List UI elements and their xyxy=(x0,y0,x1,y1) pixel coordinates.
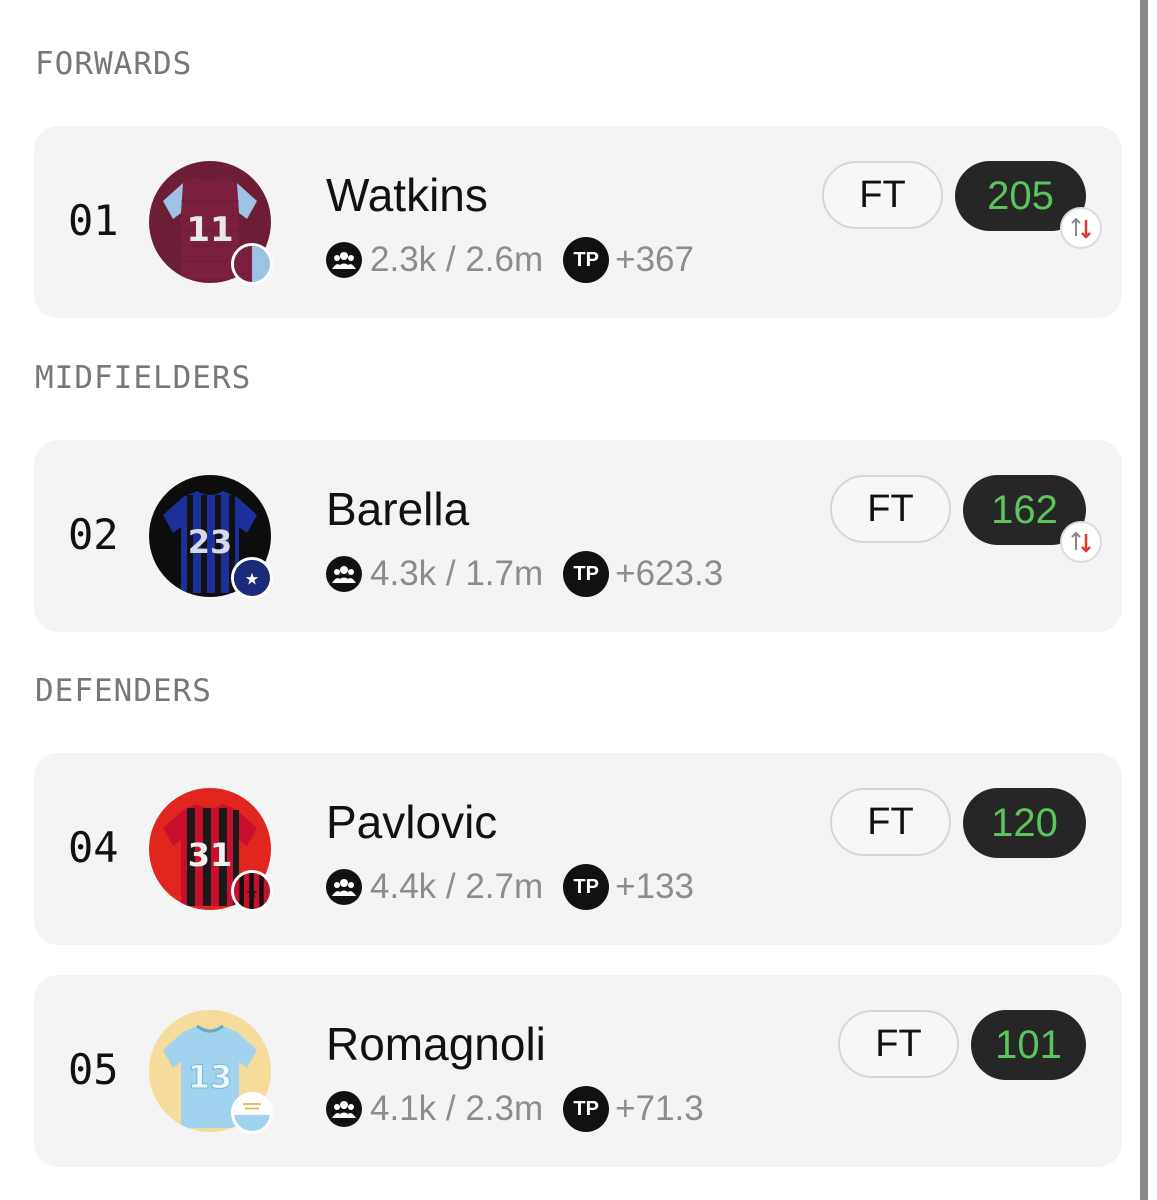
player-slot-number: 02 xyxy=(68,510,119,559)
player-name: Pavlovic xyxy=(326,796,498,848)
player-stats: 4.1k / 2.3m TP +71.3 xyxy=(326,1086,704,1132)
player-name: Barella xyxy=(326,483,470,535)
player-card-pavlovic[interactable]: 04 31 ★ Pavlovic 4.4k / 2.7m TP +133 FT … xyxy=(34,753,1122,945)
player-name: Romagnoli xyxy=(326,1018,546,1070)
swap-arrows-icon[interactable] xyxy=(1060,521,1102,563)
ownership-stats: 4.1k / 2.3m xyxy=(370,1089,544,1128)
ownership-stats: 2.3k / 2.6m xyxy=(370,240,544,279)
users-icon xyxy=(326,869,362,905)
tp-icon: TP xyxy=(563,864,610,910)
player-name: Watkins xyxy=(326,169,488,221)
ownership-stats: 4.4k / 2.7m xyxy=(370,867,544,906)
player-avatar: 23 ★ xyxy=(149,475,273,599)
tp-value: +623.3 xyxy=(615,554,724,593)
tp-value: +71.3 xyxy=(615,1089,704,1128)
tp-icon: TP xyxy=(563,1086,610,1132)
player-slot-number: 05 xyxy=(68,1045,119,1094)
svg-text:★: ★ xyxy=(245,569,260,588)
tp-value: +133 xyxy=(615,867,694,906)
users-icon xyxy=(326,242,362,278)
player-stats: 4.4k / 2.7m TP +133 xyxy=(326,864,694,910)
users-icon xyxy=(326,556,362,592)
player-slot-number: 04 xyxy=(68,823,119,872)
tp-icon: TP xyxy=(563,551,610,597)
section-title-defenders: DEFENDERS xyxy=(35,673,212,709)
player-avatar: 11 xyxy=(149,161,273,285)
svg-text:13: 13 xyxy=(188,1058,233,1096)
player-stats: 2.3k / 2.6m TP +367 xyxy=(326,237,694,283)
player-stats: 4.3k / 1.7m TP +623.3 xyxy=(326,551,723,597)
club-badge-icon: ★ xyxy=(231,870,273,912)
player-card-barella[interactable]: 02 23 ★ Barella 4.3k / 1.7m TP +623.3 FT… xyxy=(34,440,1122,632)
section-title-forwards: FORWARDS xyxy=(35,46,193,82)
svg-text:31: 31 xyxy=(188,836,233,874)
fixture-button[interactable]: FT xyxy=(830,475,951,543)
player-slot-number: 01 xyxy=(68,196,119,245)
section-title-midfielders: MIDFIELDERS xyxy=(35,360,252,396)
svg-text:★: ★ xyxy=(246,885,259,901)
player-avatar: 31 ★ xyxy=(149,788,273,912)
club-badge-icon xyxy=(231,243,273,285)
scrollbar[interactable] xyxy=(1140,0,1148,1200)
fixture-button[interactable]: FT xyxy=(822,161,943,229)
club-badge-icon xyxy=(231,1092,273,1134)
player-card-watkins[interactable]: 01 11 Watkins 2.3k / 2.6m TP +367 FT 205 xyxy=(34,126,1122,318)
score-pill: 101 xyxy=(971,1010,1086,1080)
tp-icon: TP xyxy=(563,237,610,283)
ownership-stats: 4.3k / 1.7m xyxy=(370,554,544,593)
swap-arrows-icon[interactable] xyxy=(1060,207,1102,249)
player-card-romagnoli[interactable]: 05 13 Romagnoli 4.1k / 2.3m TP +71.3 FT … xyxy=(34,975,1122,1167)
player-avatar: 13 xyxy=(149,1010,273,1134)
svg-text:23: 23 xyxy=(188,523,233,561)
fixture-button[interactable]: FT xyxy=(838,1010,959,1078)
tp-value: +367 xyxy=(615,240,694,279)
score-pill: 120 xyxy=(963,788,1086,858)
fixture-button[interactable]: FT xyxy=(830,788,951,856)
club-badge-icon: ★ xyxy=(231,557,273,599)
svg-text:11: 11 xyxy=(186,210,233,250)
users-icon xyxy=(326,1091,362,1127)
